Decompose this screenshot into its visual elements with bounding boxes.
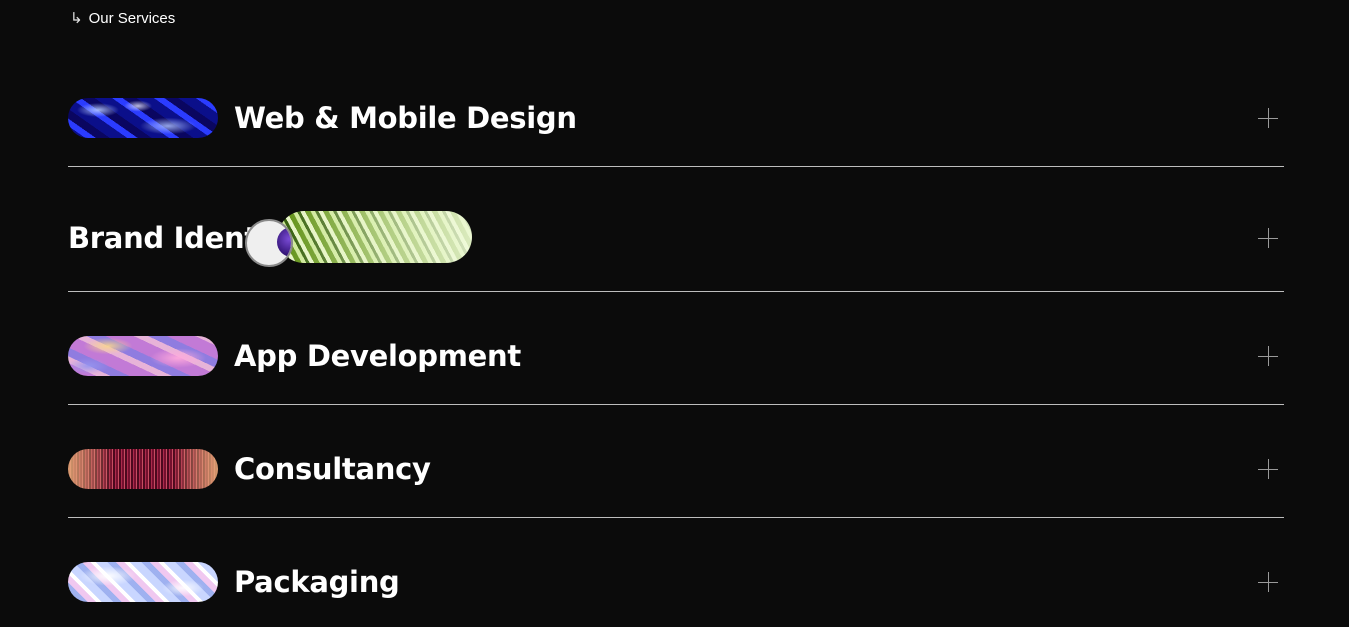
divider xyxy=(68,291,1284,292)
service-thumbnail xyxy=(68,336,218,376)
service-thumbnail xyxy=(68,449,218,489)
cursor-circle xyxy=(245,219,293,267)
service-title: Consultancy xyxy=(234,452,431,486)
service-title: Web & Mobile Design xyxy=(234,101,577,135)
service-title: Packaging xyxy=(234,565,400,599)
service-thumbnail xyxy=(278,211,472,263)
divider xyxy=(68,404,1284,405)
section-eyebrow-label: Our Services xyxy=(88,9,176,27)
plus-icon[interactable] xyxy=(1258,228,1278,248)
service-row-app-development[interactable]: App Development xyxy=(68,336,1284,376)
service-row-web-mobile-design[interactable]: Web & Mobile Design xyxy=(68,98,1284,138)
plus-icon[interactable] xyxy=(1258,572,1278,592)
service-row-packaging[interactable]: Packaging xyxy=(68,562,1284,602)
services-page: ↳ Our Services Web & Mobile Design Brand… xyxy=(0,0,1349,627)
service-row-consultancy[interactable]: Consultancy xyxy=(68,449,1284,489)
divider xyxy=(68,517,1284,518)
plus-icon[interactable] xyxy=(1258,108,1278,128)
return-arrow-icon: ↳ xyxy=(70,9,83,27)
service-title: App Development xyxy=(234,339,521,373)
service-thumbnail xyxy=(68,562,218,602)
plus-icon[interactable] xyxy=(1258,346,1278,366)
cursor-inner xyxy=(277,227,291,257)
divider xyxy=(68,166,1284,167)
plus-icon[interactable] xyxy=(1258,459,1278,479)
service-thumbnail xyxy=(68,98,218,138)
service-row-brand-identity[interactable]: Brand Identity xyxy=(68,211,1284,267)
section-eyebrow: ↳ Our Services xyxy=(70,9,175,27)
